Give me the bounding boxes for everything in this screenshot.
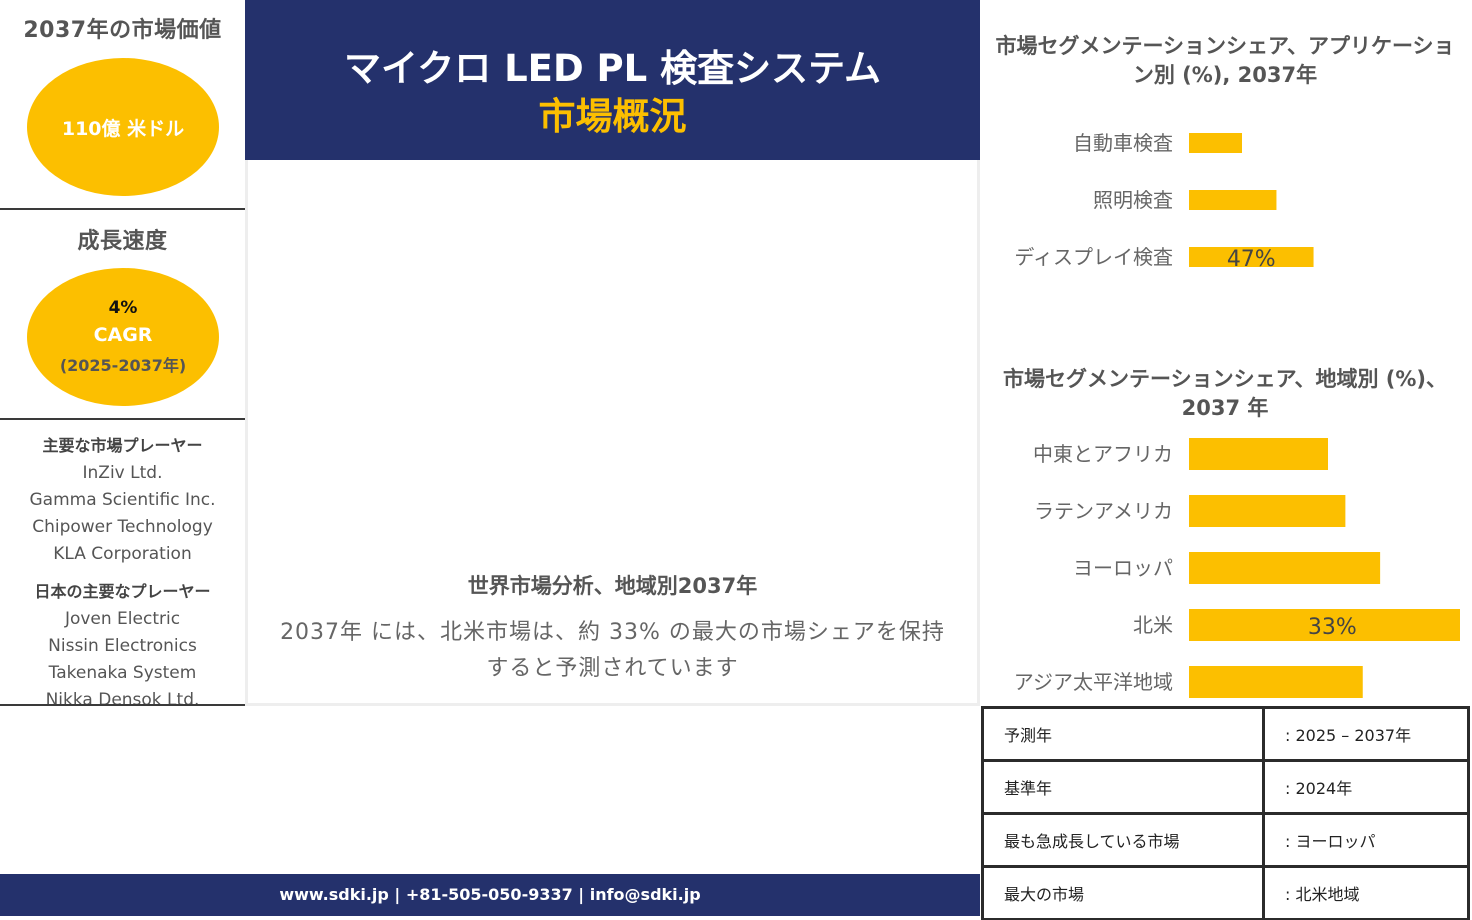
header-banner: マイクロ LED PL 検査システム 市場概況 [245,0,980,160]
player-item: Chipower Technology [32,517,213,537]
info-key: 最も急成長している市場 [981,812,1265,868]
category-label: ヨーロッパ [1073,556,1173,580]
market-value: 110億 米ドル [61,117,185,140]
jp-player-item: Nikka Densok Ltd. [45,690,200,710]
jp-player-item: Joven Electric [64,609,181,629]
jp-players-heading: 日本の主要なプレーヤー [34,582,211,601]
cagr-value: 4% [108,298,138,318]
category-label: 北米 [1133,613,1173,637]
info-table: 予測年 : 2025 – 2037年 基準年 : 2024年 最も急成長している… [981,706,1470,920]
cagr-ellipse: 4% CAGR (2025-2037年) [27,268,219,406]
bar [1189,666,1363,698]
region-chart-title: 市場セグメンテーションシェア、地域別 (%)、2037 年 [1002,367,1448,420]
jp-player-item: Takenaka System [48,663,197,683]
center-panel: 世界市場分析、地域別2037年 2037年 には、北米市場は、約 33% の最大… [245,160,980,706]
map-description: 2037年 には、北米市場は、約 33% の最大の市場シェアを保持すると予測され… [280,620,945,681]
category-label: アジア太平洋地域 [1014,670,1173,694]
category-label: 自動車検査 [1073,131,1173,155]
bar [1189,438,1328,470]
players-list: 主要な市場プレーヤー InZiv Ltd. Gamma Scientific I… [0,430,245,714]
info-key: 最大の市場 [981,865,1265,920]
left-summary-panel: 2037年の市場価値 110億 米ドル 成長速度 4% CAGR (2025-2… [0,0,245,710]
page-subtitle: 市場概況 [538,95,687,138]
growth-title: 成長速度 [77,229,168,254]
table-row: 最大の市場 : 北米地域 [981,865,1470,920]
bar [1189,133,1242,153]
info-value: : 2025 – 2037年 [1262,706,1470,762]
category-label: 中東とアフリカ [1033,442,1173,466]
bar [1189,552,1381,584]
jp-player-item: Nissin Electronics [48,636,197,656]
player-item: InZiv Ltd. [82,463,163,483]
market-value-ellipse: 110億 米ドル [27,58,219,196]
table-row: 最も急成長している市場 : ヨーロッパ [981,812,1470,868]
bar [1189,190,1277,210]
market-value-title: 2037年の市場価値 [23,18,222,43]
players-heading: 主要な市場プレーヤー [42,436,203,455]
info-value: : 北米地域 [1262,865,1470,920]
table-row: 基準年 : 2024年 [981,759,1470,815]
bar [1189,495,1346,527]
info-key: 基準年 [981,759,1265,815]
info-value: : ヨーロッパ [1262,812,1470,868]
table-row: 予測年 : 2025 – 2037年 [981,706,1470,762]
cagr-label: CAGR [93,324,153,346]
region-bar-chart: 中東とアフリカラテンアメリカヨーロッパ北米 33% アジア太平洋地域 [1014,438,1460,698]
application-bar-chart: 自動車検査照明検査ディスプレイ検査 47% [1014,131,1314,272]
app-chart-title: 市場セグメンテーションシェア、アプリケーション別 (%), 2037年 [995,34,1455,87]
cagr-period: (2025-2037年) [59,356,187,375]
player-item: Gamma Scientific Inc. [29,490,216,510]
category-label: 照明検査 [1093,188,1173,212]
page-title: マイクロ LED PL 検査システム [343,47,882,90]
data-label: 47% [1227,247,1276,272]
data-label: 33% [1308,615,1357,640]
divider [0,208,245,210]
category-label: ディスプレイ検査 [1014,245,1173,269]
divider [0,704,245,706]
footer-contact: www.sdki.jp | +81-505-050-9337 | info@sd… [0,874,980,916]
info-value: : 2024年 [1262,759,1470,815]
player-item: KLA Corporation [53,544,192,564]
info-key: 予測年 [981,706,1265,762]
map-subtitle: 世界市場分析、地域別2037年 [467,574,758,598]
category-label: ラテンアメリカ [1034,499,1173,523]
divider [0,418,245,420]
